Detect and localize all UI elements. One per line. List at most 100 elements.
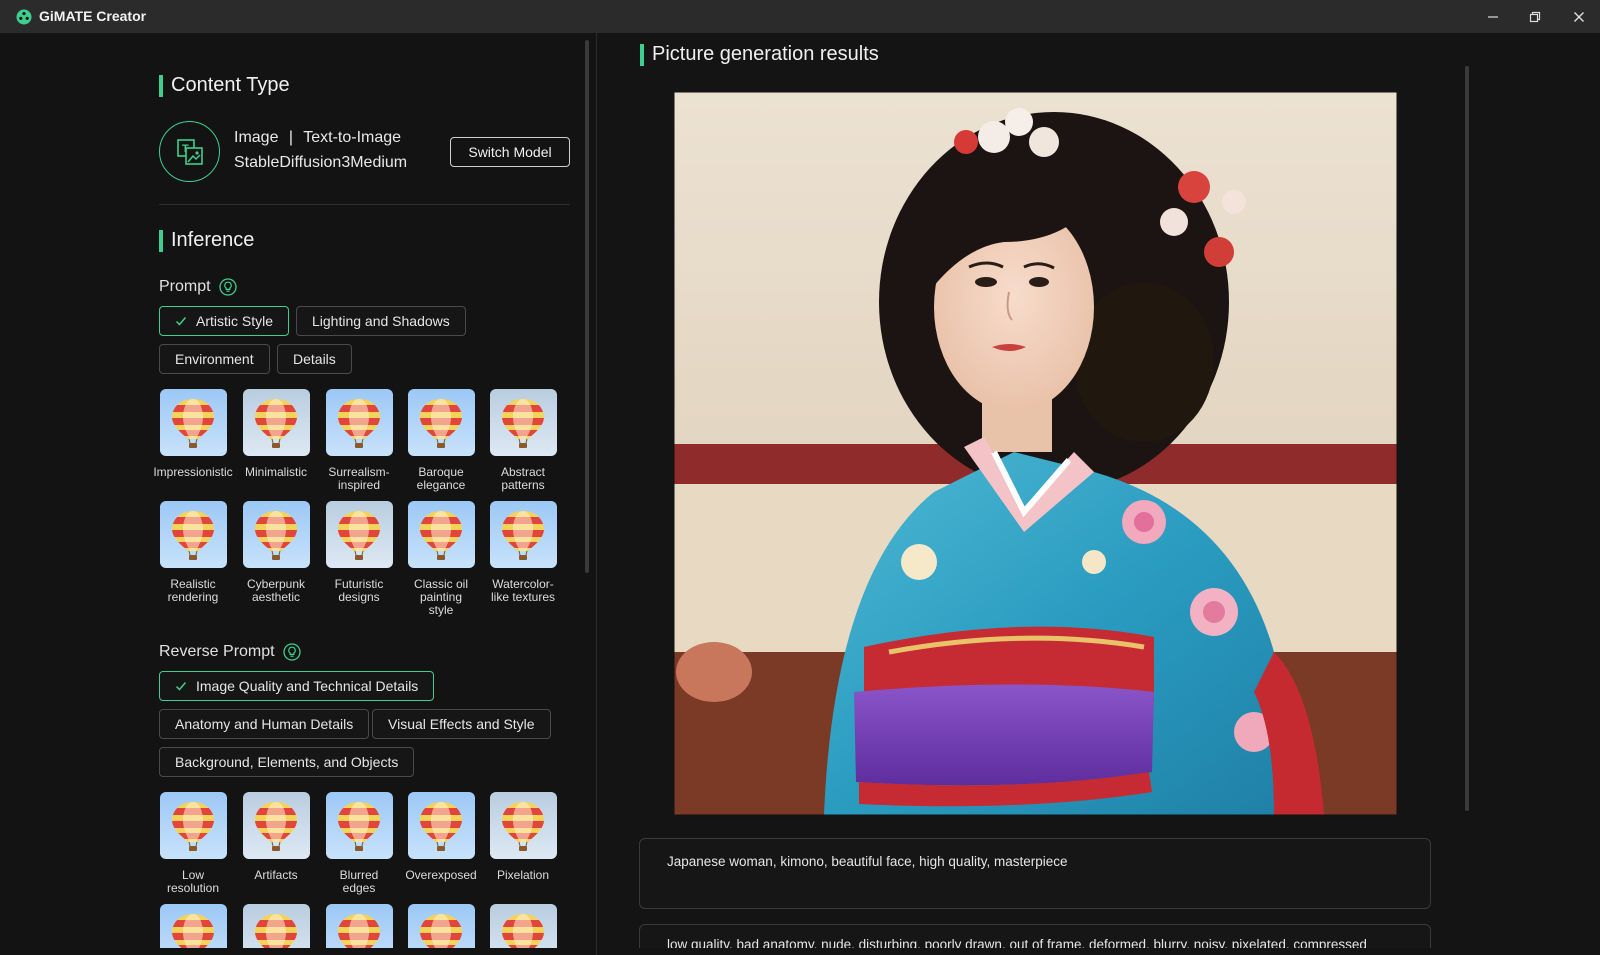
style-tile-watercolor-like-textures[interactable]: Watercolor- like textures [482,501,564,604]
hot-air-balloon-icon [338,913,380,948]
style-tile-realistic-rendering[interactable]: Realistic rendering [152,501,234,604]
lightbulb-icon[interactable] [282,643,301,661]
style-tile-futuristic-designs[interactable]: Futuristic designs [318,501,400,604]
reverse-style-tile-more-tile[interactable] [400,904,482,948]
style-thumbnail [159,389,227,456]
chip-label: Details [293,351,336,367]
chip-environment[interactable]: Environment [159,344,270,374]
hot-air-balloon-icon [338,801,380,851]
check-icon [175,317,187,326]
style-tile-surrealism-inspired[interactable]: Surrealism- inspired [318,389,400,492]
chip-label: Environment [175,351,254,367]
style-caption: Classic oil painting style [413,577,468,617]
hot-air-balloon-icon [172,913,214,948]
close-icon [1574,11,1584,22]
generated-portrait [674,92,1397,815]
style-tile-baroque-elegance[interactable]: Baroque elegance [400,389,482,492]
chip-lighting-and-shadows[interactable]: Lighting and Shadows [296,306,466,336]
model-separator: | [288,129,294,146]
chip-image-quality[interactable]: Image Quality and Technical Details [159,671,435,701]
style-thumbnail [159,792,227,859]
style-caption: Baroque elegance [416,465,466,492]
chip-background-elements[interactable]: Background, Elements, and Objects [159,747,415,777]
style-caption: Impressionistic [153,465,233,479]
style-caption: Low resolution [166,868,220,895]
chip-visual-effects[interactable]: Visual Effects and Style [372,709,551,739]
hot-air-balloon-icon [255,398,297,448]
hot-air-balloon-icon [338,510,380,560]
chip-anatomy[interactable]: Anatomy and Human Details [159,709,370,739]
style-tile-impressionistic[interactable]: Impressionistic [152,389,234,479]
style-thumbnail [489,792,557,859]
style-caption: Realistic rendering [167,577,219,604]
content-type-heading: Content Type [159,74,290,97]
reverse-style-tile-overexposed[interactable]: Overexposed [400,792,482,882]
style-thumbnail [407,792,475,859]
generated-image[interactable] [674,92,1397,815]
style-thumbnail [489,904,557,948]
style-tile-minimalistic[interactable]: Minimalistic [235,389,317,479]
hot-air-balloon-icon [172,510,214,560]
style-caption: Overexposed [405,868,477,882]
app-logo-icon [16,9,32,25]
accent-bar [159,229,163,252]
style-thumbnail [325,904,393,948]
lightbulb-icon[interactable] [218,278,237,296]
reverse-style-tile-more-tile[interactable] [152,904,234,948]
hot-air-balloon-icon [338,398,380,448]
close-button[interactable] [1558,0,1600,33]
inference-heading: Inference [159,229,254,252]
prompt-label-text: Prompt [159,278,211,295]
prompt-text-box[interactable]: Japanese woman, kimono, beautiful face, … [639,838,1431,909]
model-type-label: Image | Text-to-Image [234,129,401,147]
chip-label: Anatomy and Human Details [175,716,354,732]
reverse-style-tile-low-resolution[interactable]: Low resolution [152,792,234,895]
reverse-style-tile-blurred-edges[interactable]: Blurred edges [318,792,400,895]
style-thumbnail [325,501,393,568]
chip-details[interactable]: Details [277,344,352,374]
restore-button[interactable] [1514,0,1556,33]
hot-air-balloon-icon [420,913,462,948]
model-type-icon: T [159,121,220,182]
style-tile-classic-oil-painting-style[interactable]: Classic oil painting style [400,501,482,617]
reverse-style-tile-pixelation[interactable]: Pixelation [482,792,564,882]
style-caption: Minimalistic [244,465,307,479]
check-icon [175,682,187,691]
hot-air-balloon-icon [420,801,462,851]
style-tile-abstract-patterns[interactable]: Abstract patterns [482,389,564,492]
results-heading-text: Picture generation results [652,43,879,65]
hot-air-balloon-icon [255,801,297,851]
reverse-style-tile-more-tile[interactable] [482,904,564,948]
section-divider [159,204,570,205]
style-thumbnail [242,501,310,568]
style-caption: Abstract patterns [500,465,545,492]
hot-air-balloon-icon [502,398,544,448]
prompt-label: Prompt [159,278,237,296]
hot-air-balloon-icon [255,510,297,560]
style-caption: Surrealism- inspired [328,465,390,492]
switch-model-button[interactable]: Switch Model [450,137,570,167]
minimize-button[interactable] [1472,0,1514,33]
reverse-style-tile-more-tile[interactable] [318,904,400,948]
results-scrollbar[interactable] [1465,66,1469,811]
style-caption: Cyberpunk aesthetic [246,577,306,604]
model-kind: Image [234,129,279,146]
prompt-text: Japanese woman, kimono, beautiful face, … [667,854,1068,869]
settings-scrollbar[interactable] [585,40,589,573]
style-caption: Watercolor- like textures [490,577,556,604]
reverse-style-tile-more-tile[interactable] [235,904,317,948]
reverse-prompt-label-text: Reverse Prompt [159,643,275,660]
minimize-icon [1488,15,1498,18]
reverse-style-tile-artifacts[interactable]: Artifacts [235,792,317,882]
style-tile-cyberpunk-aesthetic[interactable]: Cyberpunk aesthetic [235,501,317,604]
style-thumbnail [407,389,475,456]
accent-bar [640,43,644,66]
chip-label: Visual Effects and Style [388,716,535,732]
style-thumbnail [489,389,557,456]
text-to-image-icon: T [176,138,203,165]
chip-artistic-style[interactable]: Artistic Style [159,306,290,336]
style-thumbnail [242,792,310,859]
panel-divider [596,33,597,955]
restore-icon [1529,11,1541,22]
style-thumbnail [159,904,227,948]
